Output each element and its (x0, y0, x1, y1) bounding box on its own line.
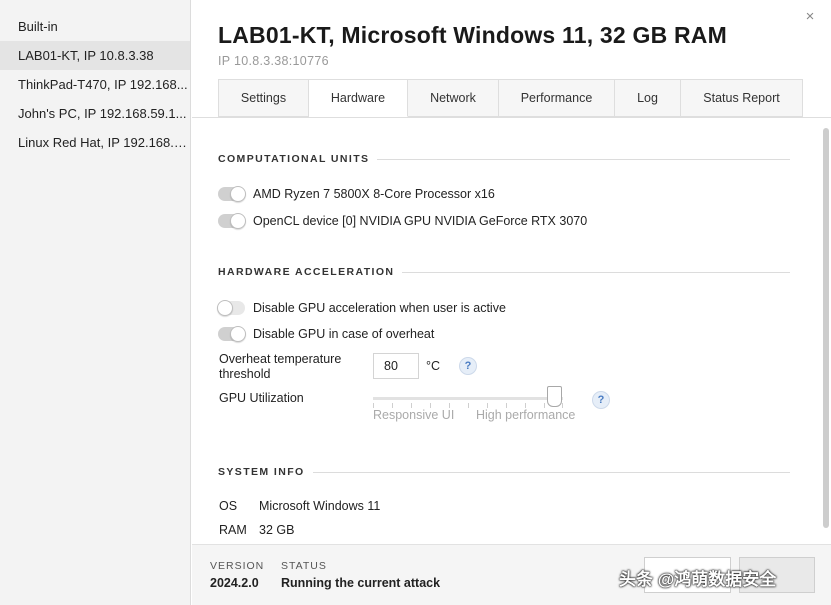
sidebar-item-thinkpad[interactable]: ThinkPad-T470, IP 192.168... (0, 70, 190, 99)
os-value: Microsoft Windows 11 (259, 499, 381, 513)
version-label: VERSION (210, 560, 265, 572)
status-value: Running the current attack (281, 576, 441, 590)
tab-settings[interactable]: Settings (218, 79, 309, 117)
tab-bar: Settings Hardware Network Performance Lo… (218, 79, 803, 117)
tab-network[interactable]: Network (408, 79, 499, 117)
ram-key: RAM (219, 523, 247, 537)
cpu-unit-label: AMD Ryzen 7 5800X 8-Core Processor x16 (253, 187, 495, 201)
divider (402, 271, 790, 273)
disable-gpu-overheat-toggle[interactable] (218, 326, 246, 342)
tab-log[interactable]: Log (615, 79, 681, 117)
sidebar-item-linux-red-hat[interactable]: Linux Red Hat, IP 192.168.1... (0, 128, 190, 157)
status-label: STATUS (281, 560, 327, 572)
section-hardware-acceleration: HARDWARE ACCELERATION (218, 266, 790, 278)
help-icon[interactable]: ? (592, 391, 610, 409)
scrollbar[interactable] (823, 128, 829, 528)
slider-tick (468, 403, 469, 408)
overheat-label-line2: threshold (219, 367, 271, 381)
tab-status-report[interactable]: Status Report (681, 79, 803, 117)
gpu-utilization-label: GPU Utilization (219, 391, 304, 405)
footer: VERSION 2024.2.0 STATUS Running the curr… (192, 544, 831, 605)
sidebar: Built-in LAB01-KT, IP 10.8.3.38 ThinkPad… (0, 0, 191, 605)
help-icon[interactable]: ? (459, 357, 477, 375)
section-heading: SYSTEM INFO (218, 466, 305, 478)
disable-gpu-overheat-row: Disable GPU in case of overheat (218, 326, 435, 342)
celsius-unit: °C (426, 359, 441, 373)
disable-gpu-active-row: Disable GPU acceleration when user is ac… (217, 300, 506, 316)
version-value: 2024.2.0 (210, 576, 259, 590)
disable-gpu-active-label: Disable GPU acceleration when user is ac… (253, 301, 506, 315)
sidebar-item-johns-pc[interactable]: John's PC, IP 192.168.59.1... (0, 99, 190, 128)
os-row: OS Microsoft Windows 11 (219, 499, 380, 513)
slider-max-label: High performance (476, 408, 576, 422)
overheat-label-line1: Overheat temperature (219, 352, 342, 366)
main-panel: × LAB01-KT, Microsoft Windows 11, 32 GB … (192, 0, 831, 605)
section-heading: HARDWARE ACCELERATION (218, 266, 395, 278)
disable-gpu-active-toggle[interactable] (217, 300, 245, 316)
disable-gpu-overheat-label: Disable GPU in case of overheat (253, 327, 435, 341)
gpu-unit-row: OpenCL device [0] NVIDIA GPU NVIDIA GeFo… (218, 213, 588, 229)
sidebar-item-lab01-kt[interactable]: LAB01-KT, IP 10.8.3.38 (0, 41, 190, 70)
gpu-toggle[interactable] (218, 213, 246, 229)
page-subtitle: IP 10.8.3.38:10776 (218, 54, 329, 68)
divider (312, 471, 790, 473)
slider-thumb[interactable] (546, 386, 562, 407)
section-heading: COMPUTATIONAL UNITS (218, 153, 370, 165)
watermark: 头条 @鸿萌数据安全 (619, 570, 777, 589)
ram-value: 32 GB (259, 523, 295, 537)
sidebar-item-built-in[interactable]: Built-in (0, 12, 190, 41)
section-computational-units: COMPUTATIONAL UNITS (218, 153, 790, 165)
cpu-unit-row: AMD Ryzen 7 5800X 8-Core Processor x16 (218, 186, 495, 202)
slider-track (373, 397, 563, 400)
ram-row: RAM 32 GB (219, 523, 294, 537)
tab-hardware[interactable]: Hardware (309, 79, 408, 117)
close-icon[interactable]: × (803, 9, 817, 24)
hardware-content: COMPUTATIONAL UNITS AMD Ryzen 7 5800X 8-… (192, 117, 831, 544)
overheat-threshold-label: Overheat temperature threshold (219, 352, 341, 382)
page-title: LAB01-KT, Microsoft Windows 11, 32 GB RA… (218, 22, 727, 48)
slider-min-label: Responsive UI (373, 408, 455, 422)
tab-performance[interactable]: Performance (499, 79, 615, 117)
section-system-info: SYSTEM INFO (218, 466, 790, 478)
os-key: OS (219, 499, 238, 513)
cpu-toggle[interactable] (218, 186, 246, 202)
divider (377, 158, 790, 160)
gpu-unit-label: OpenCL device [0] NVIDIA GPU NVIDIA GeFo… (253, 214, 588, 228)
overheat-threshold-input[interactable]: 80 (373, 353, 419, 379)
